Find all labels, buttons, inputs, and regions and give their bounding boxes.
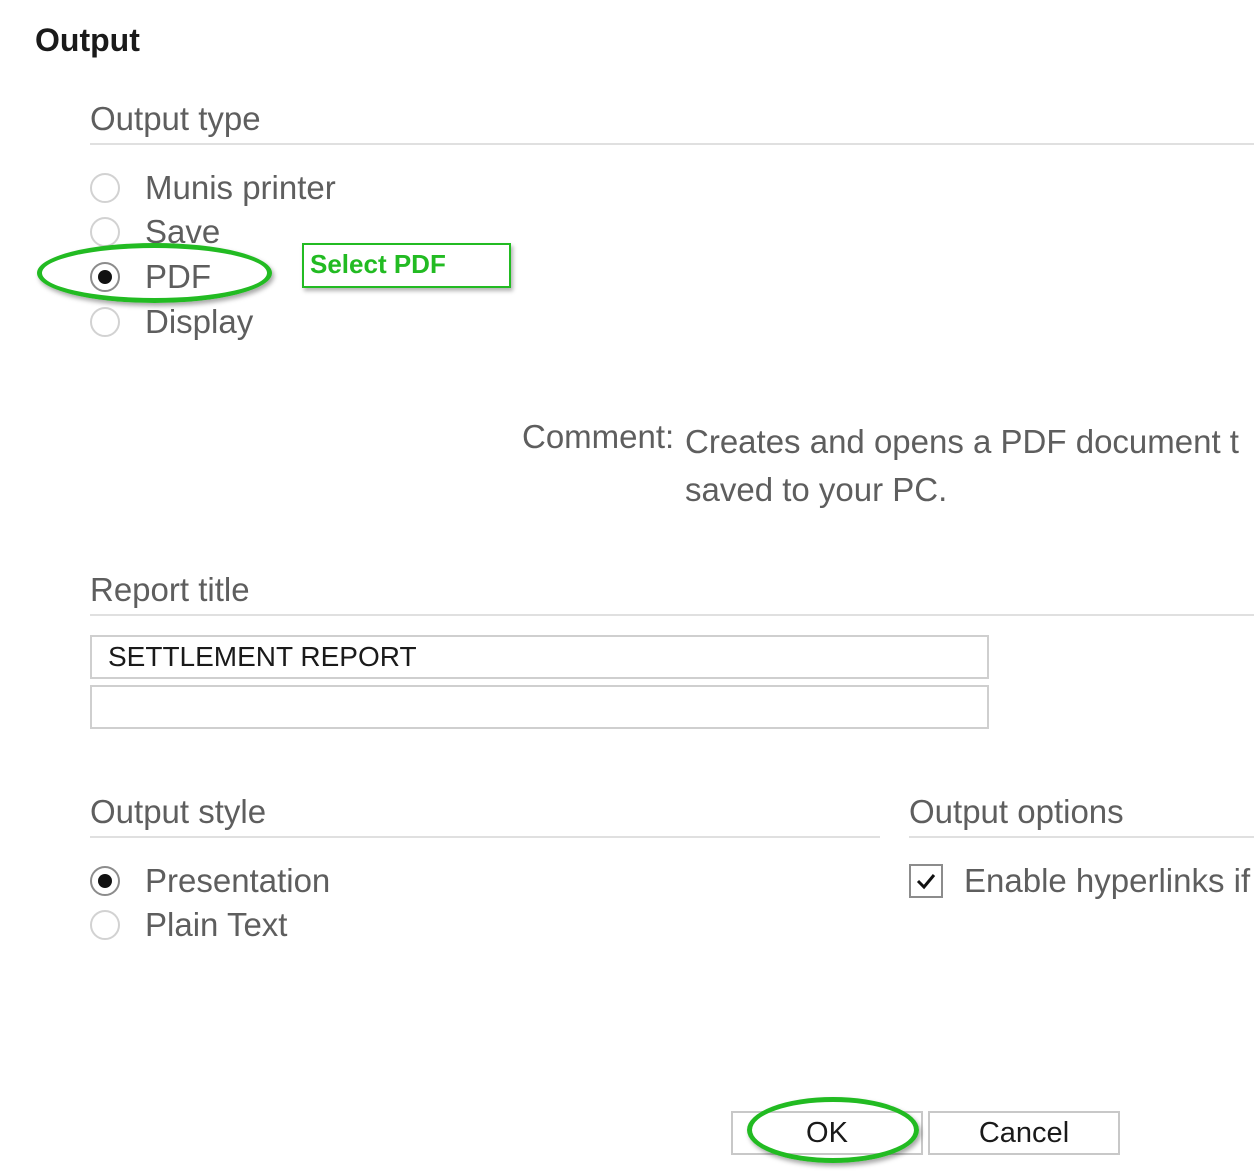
select-pdf-callout: Select PDF [302,243,511,288]
enable-hyperlinks-label: Enable hyperlinks if [964,862,1251,899]
radio-button[interactable] [90,217,120,247]
radio-pdf[interactable]: PDF [90,257,211,297]
report-title-heading: Report title [90,571,250,608]
radio-munis-printer[interactable]: Munis printer [90,168,336,208]
report-title-line-2-input[interactable] [90,685,989,729]
radio-plain-text[interactable]: Plain Text [90,905,287,945]
output-options-divider [909,836,1254,838]
ok-button[interactable]: OK [731,1111,923,1155]
output-options-title: Output options [909,793,1124,830]
radio-save[interactable]: Save [90,212,220,252]
enable-hyperlinks-checkbox[interactable] [909,864,943,898]
comment-line-2: saved to your PC. [685,471,948,508]
comment-line-1: Creates and opens a PDF document t [685,423,1239,460]
comment-label: Comment: [522,418,675,455]
radio-button[interactable] [90,910,120,940]
radio-presentation[interactable]: Presentation [90,861,330,901]
output-style-title: Output style [90,793,267,830]
checkmark-icon [916,874,936,890]
output-type-title: Output type [90,100,261,137]
radio-label: Plain Text [145,906,288,943]
radio-selected-dot [98,270,112,284]
radio-button[interactable] [90,866,120,896]
dialog-heading: Output [35,22,140,58]
report-title-line-1-input[interactable] [90,635,989,679]
cancel-button[interactable]: Cancel [928,1111,1120,1155]
report-title-divider [90,614,1254,616]
radio-button[interactable] [90,262,120,292]
radio-button[interactable] [90,173,120,203]
comment-text: Creates and opens a PDF document t saved… [685,418,1254,514]
radio-label: Display [145,303,254,340]
output-dialog: Output Output type Munis printer Save PD… [0,0,1254,1175]
radio-label: Presentation [145,862,331,899]
output-type-divider [90,143,1254,145]
radio-label: Munis printer [145,169,336,206]
radio-selected-dot [98,874,112,888]
radio-button[interactable] [90,307,120,337]
radio-label: PDF [145,258,211,295]
radio-label: Save [145,213,221,250]
radio-display[interactable]: Display [90,302,253,342]
output-style-divider [90,836,880,838]
